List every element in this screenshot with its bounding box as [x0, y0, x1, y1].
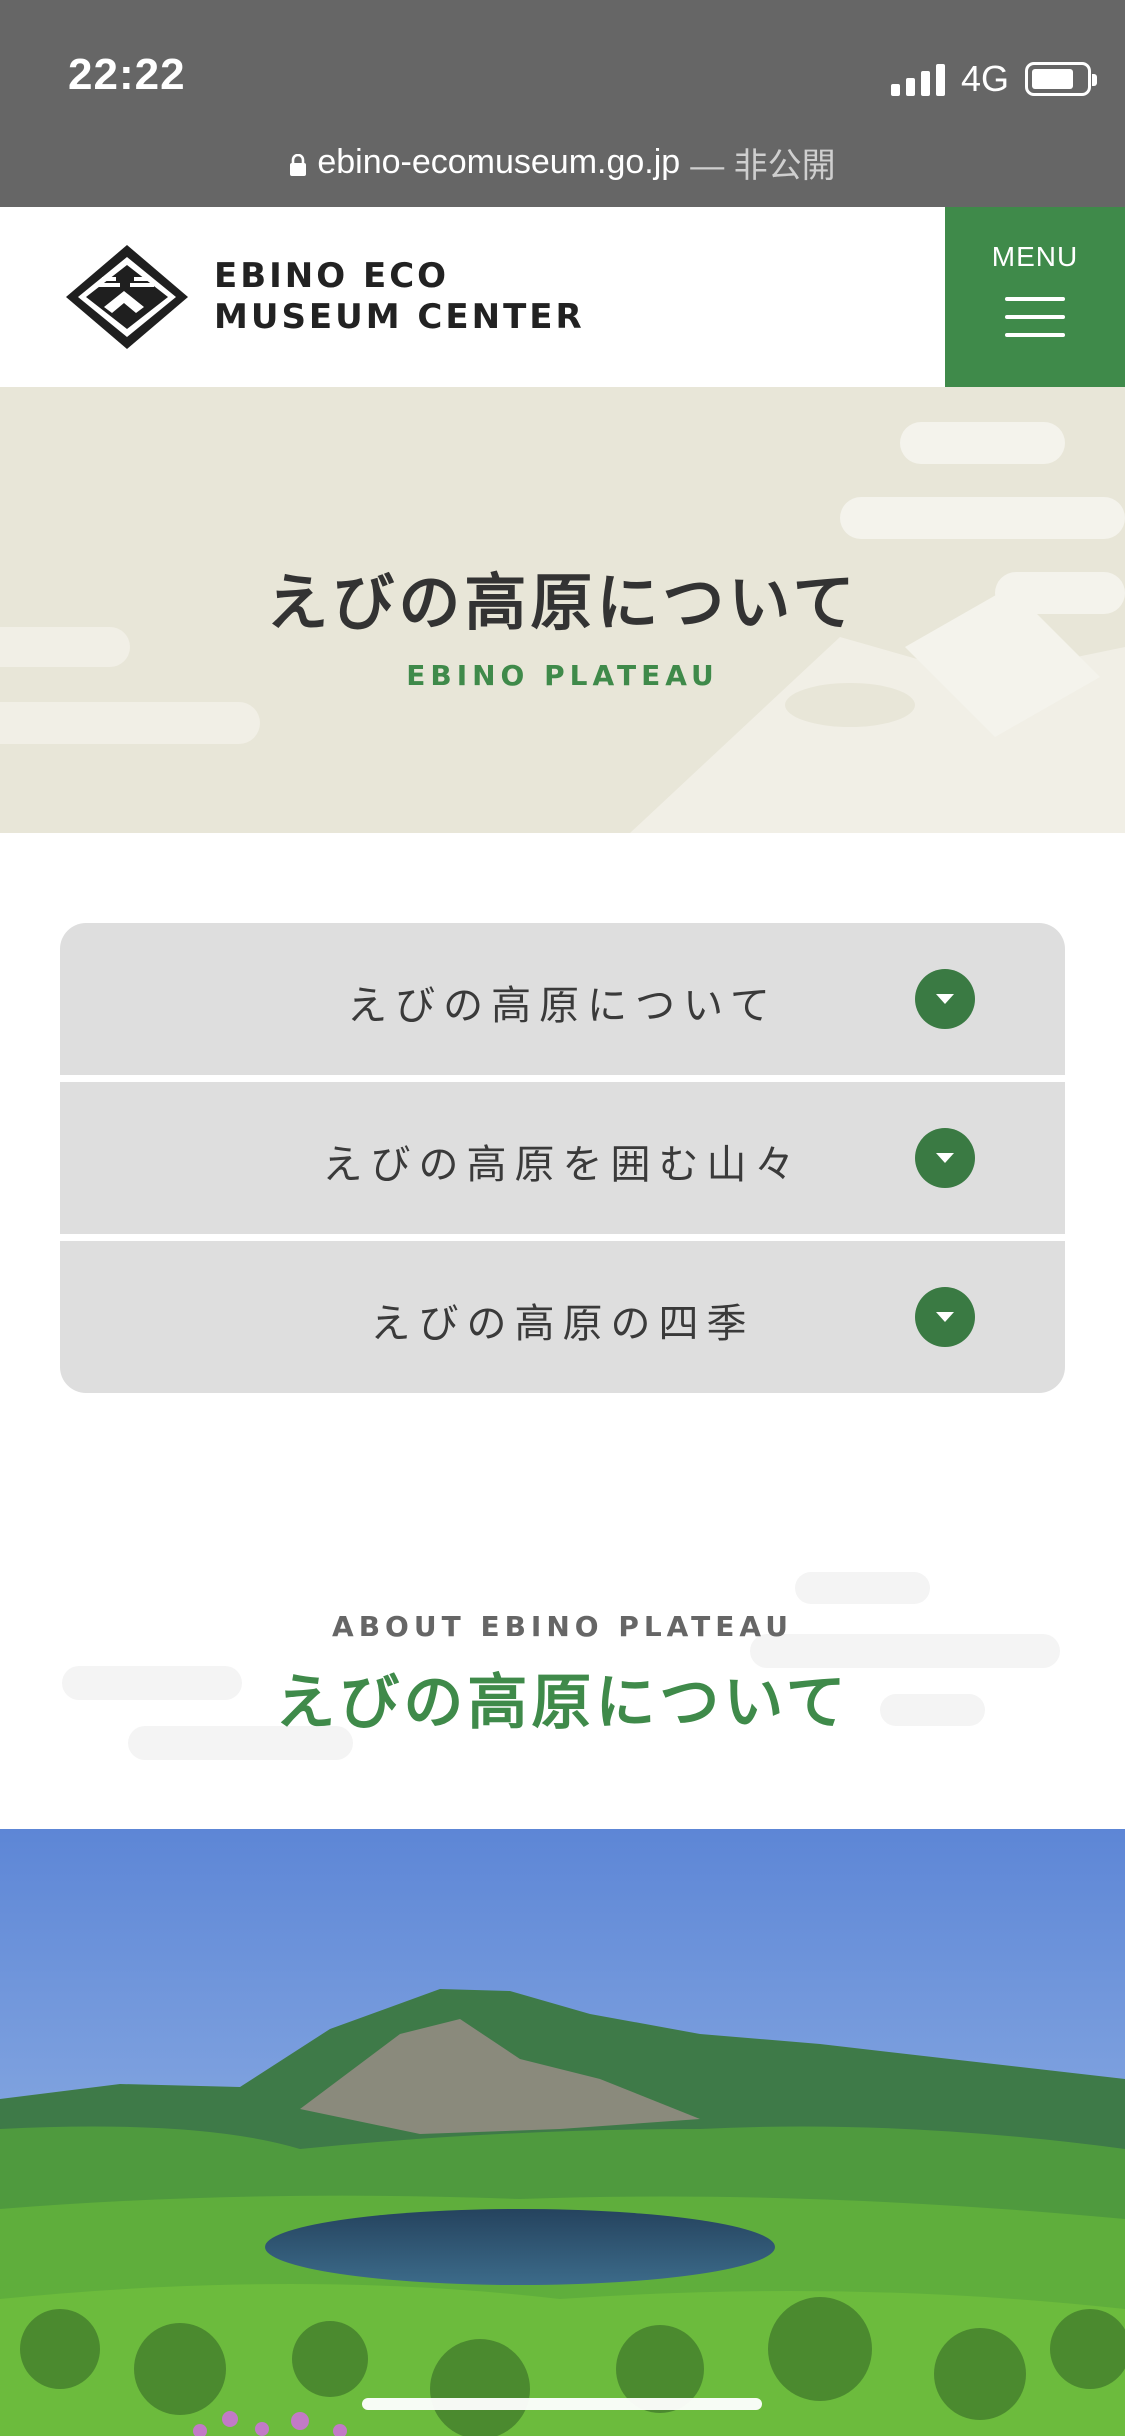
logo-mark-icon [66, 245, 188, 349]
status-bar: 22:22 4G ebino-ecomuseum.go.jp — 非公開 [0, 0, 1125, 207]
plateau-photo [0, 1829, 1125, 2436]
status-indicators: 4G [890, 58, 1097, 100]
hamburger-icon [1005, 297, 1065, 351]
logo-text: EBINO ECO MUSEUM CENTER [214, 256, 585, 338]
section-title: えびの高原について [275, 1668, 850, 1738]
site-header: EBINO ECO MUSEUM CENTER MENU [0, 207, 1125, 387]
network-type: 4G [960, 58, 1009, 99]
site-logo[interactable]: EBINO ECO MUSEUM CENTER [64, 243, 585, 351]
logo-line-1: EBINO ECO [214, 256, 450, 296]
home-indicator[interactable] [362, 2398, 762, 2410]
logo-line-2: MUSEUM CENTER [214, 297, 585, 337]
url-text: ebino-ecomuseum.go.jp [317, 143, 681, 181]
section-subtitle: ABOUT EBINO PLATEAU [332, 1610, 793, 1643]
address-bar[interactable]: ebino-ecomuseum.go.jp — 非公開 [0, 138, 1125, 187]
chevron-down-icon[interactable] [915, 969, 975, 1029]
accordion-item-seasons[interactable]: えびの高原の四季 [60, 1241, 1065, 1393]
menu-button[interactable]: MENU [945, 207, 1125, 387]
accordion-item-mountains[interactable]: えびの高原を囲む山々 [60, 1082, 1065, 1234]
status-time: 22:22 [68, 50, 186, 99]
menu-label: MENU [991, 241, 1079, 272]
page-hero: えびの高原について EBINO PLATEAU [0, 387, 1125, 833]
chevron-down-icon[interactable] [915, 1128, 975, 1188]
accordion-menu: えびの高原について えびの高原を囲む山々 えびの高原の四季 [60, 923, 1065, 1393]
url-private-label: — 非公開 [690, 147, 836, 185]
hero-subtitle: EBINO PLATEAU [406, 659, 719, 692]
chevron-down-icon[interactable] [915, 1287, 975, 1347]
signal-icon [890, 62, 945, 96]
landscape-image [0, 1829, 1125, 2436]
battery-icon [1025, 62, 1097, 96]
hero-title: えびの高原について [266, 566, 859, 639]
lock-icon [290, 153, 307, 176]
accordion-item-about[interactable]: えびの高原について [60, 923, 1065, 1075]
